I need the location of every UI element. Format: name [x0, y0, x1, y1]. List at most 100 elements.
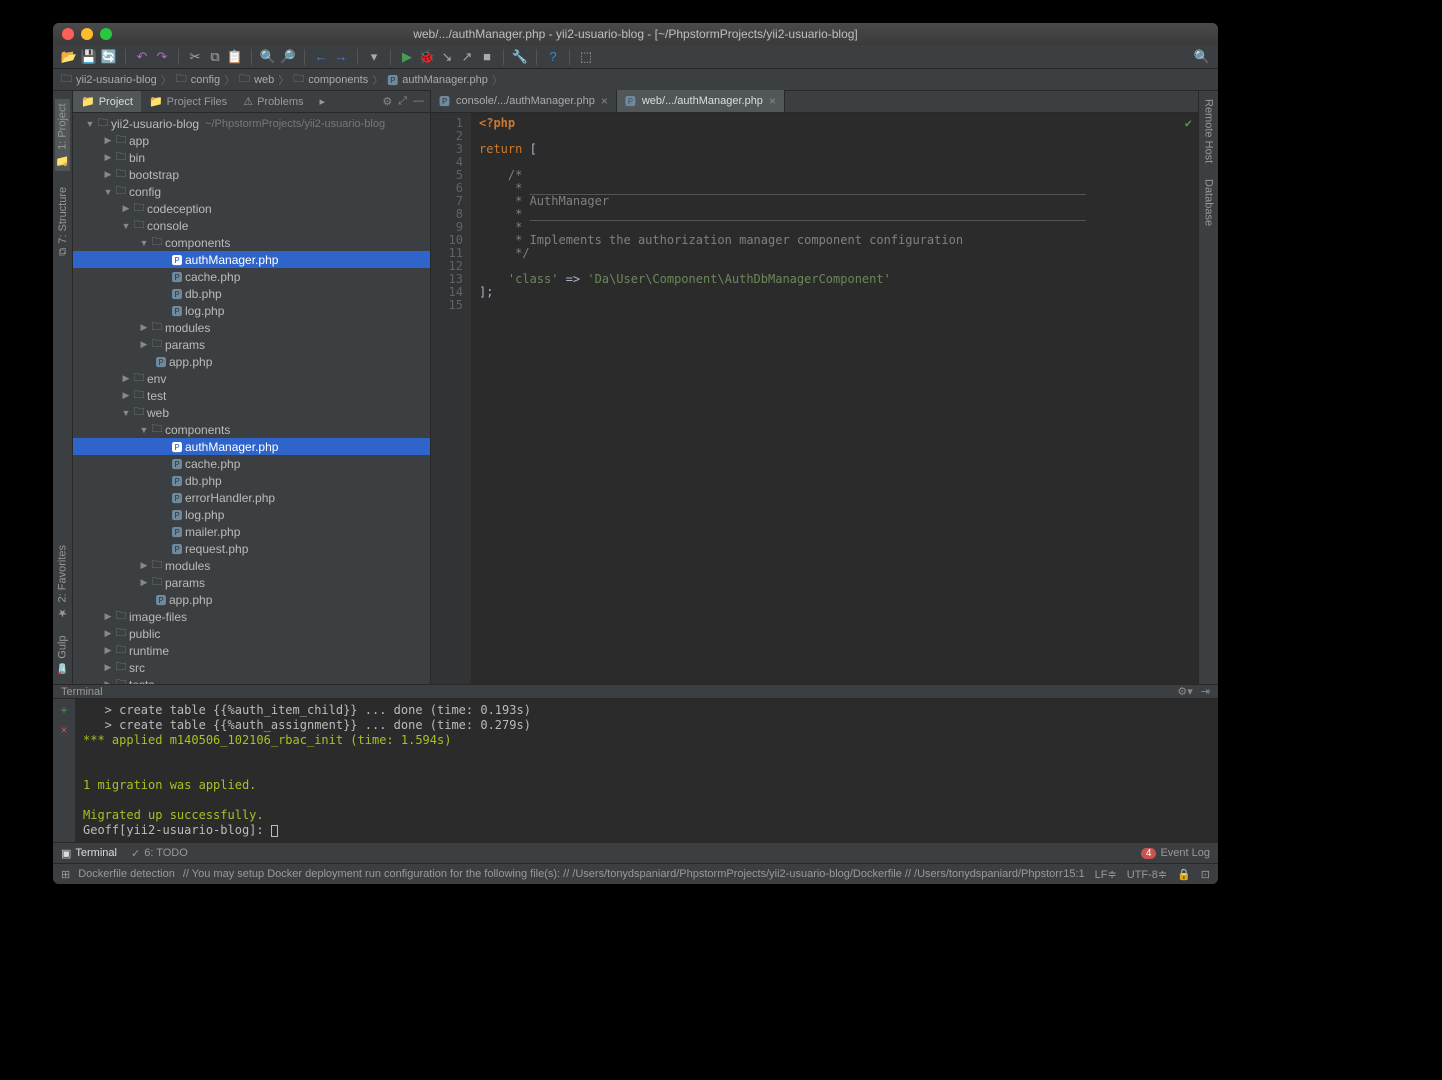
- status-line-ending[interactable]: LF≑: [1095, 868, 1117, 881]
- status-layout-icon[interactable]: ⊡: [1201, 868, 1210, 881]
- tree-dir[interactable]: ▶🗀runtime: [73, 642, 430, 659]
- back-icon[interactable]: ←: [313, 49, 329, 65]
- tree-file[interactable]: 🅿db.php: [73, 472, 430, 489]
- tree-file-authmanager[interactable]: 🅿authManager.php: [73, 251, 430, 268]
- tool-remote-host[interactable]: Remote Host: [1203, 99, 1215, 163]
- tree-dir[interactable]: ▶🗀src: [73, 659, 430, 676]
- tree-dir[interactable]: ▶🗀test: [73, 387, 430, 404]
- terminal-hide-icon[interactable]: ⇥: [1201, 685, 1210, 698]
- step-icon[interactable]: ↘: [439, 49, 455, 65]
- terminal-settings-icon[interactable]: ⚙▾: [1177, 685, 1192, 698]
- maximize-window-icon[interactable]: [100, 28, 112, 40]
- tree-dir[interactable]: ▶🗀params: [73, 574, 430, 591]
- tree-dir[interactable]: ▶🗀env: [73, 370, 430, 387]
- gear-icon[interactable]: ⚙: [382, 95, 392, 108]
- event-log[interactable]: 4Event Log: [1141, 847, 1210, 859]
- tree-dir[interactable]: ▶🗀modules: [73, 319, 430, 336]
- minimize-window-icon[interactable]: [81, 28, 93, 40]
- tree-dir[interactable]: ▶🗀modules: [73, 557, 430, 574]
- step2-icon[interactable]: ↗: [459, 49, 475, 65]
- bottom-tab-terminal[interactable]: ▣ Terminal: [61, 847, 117, 860]
- breadcrumb-item[interactable]: 🗀 components: [293, 70, 368, 89]
- tree-dir[interactable]: ▼🗀console: [73, 217, 430, 234]
- tree-file[interactable]: 🅿errorHandler.php: [73, 489, 430, 506]
- tree-file-authmanager-web[interactable]: 🅿authManager.php: [73, 438, 430, 455]
- save-icon[interactable]: 💾: [81, 49, 97, 65]
- sidebar-tab-problems[interactable]: ⚠ Problems: [235, 91, 311, 112]
- tool-favorites[interactable]: ★ 2: Favorites: [56, 545, 69, 619]
- tree-dir[interactable]: ▼🗀components: [73, 234, 430, 251]
- misc-icon[interactable]: ⬚: [578, 49, 594, 65]
- open-icon[interactable]: 📂: [61, 49, 77, 65]
- terminal-cursor: [271, 825, 278, 837]
- tree-dir[interactable]: ▶🗀bin: [73, 149, 430, 166]
- editor-tab-active[interactable]: 🅿web/.../authManager.php×: [617, 90, 785, 112]
- tree-dir[interactable]: ▶🗀app: [73, 132, 430, 149]
- breadcrumb-item[interactable]: 🗀 web: [239, 70, 274, 89]
- tree-dir[interactable]: ▶🗀params: [73, 336, 430, 353]
- ide-window: web/.../authManager.php - yii2-usuario-b…: [53, 23, 1218, 884]
- close-tab-icon[interactable]: ×: [769, 94, 776, 108]
- status-encoding[interactable]: UTF-8≑: [1127, 868, 1167, 881]
- bottom-tool-tabs: ▣ Terminal ✓ 6: TODO 4Event Log: [53, 842, 1218, 863]
- tree-dir[interactable]: ▶🗀public: [73, 625, 430, 642]
- editor-tab[interactable]: 🅿console/.../authManager.php×: [431, 90, 617, 112]
- collapse-icon[interactable]: ⤢: [398, 95, 407, 108]
- cut-icon[interactable]: ✂: [187, 49, 203, 65]
- bottom-tab-todo[interactable]: ✓ 6: TODO: [131, 847, 188, 860]
- search-everywhere-icon[interactable]: 🔍: [1194, 49, 1210, 65]
- tree-file[interactable]: 🅿request.php: [73, 540, 430, 557]
- tool-project[interactable]: 📁 1: Project: [55, 99, 70, 171]
- tree-file[interactable]: 🅿db.php: [73, 285, 430, 302]
- sidebar-tab-project[interactable]: 📁 Project: [73, 91, 141, 112]
- tree-dir[interactable]: ▶🗀codeception: [73, 200, 430, 217]
- tool-gulp[interactable]: 🥤 Gulp: [56, 635, 69, 676]
- tool-structure[interactable]: ⧉ 7: Structure: [57, 187, 69, 256]
- tree-dir[interactable]: ▶🗀image-files: [73, 608, 430, 625]
- terminal-add-icon[interactable]: +: [60, 703, 67, 717]
- stop-icon[interactable]: ■: [479, 49, 495, 65]
- redo-icon[interactable]: ↷: [154, 49, 170, 65]
- tree-dir[interactable]: ▼🗀config: [73, 183, 430, 200]
- help-icon[interactable]: ?: [545, 49, 561, 65]
- tree-dir[interactable]: ▶🗀bootstrap: [73, 166, 430, 183]
- sync-icon[interactable]: 🔄: [101, 49, 117, 65]
- breadcrumb-item[interactable]: 🗀 yii2-usuario-blog: [61, 70, 157, 89]
- settings-icon[interactable]: 🔧: [512, 49, 528, 65]
- status-position[interactable]: 15:1: [1063, 868, 1084, 880]
- forward-icon[interactable]: →: [333, 49, 349, 65]
- undo-icon[interactable]: ↶: [134, 49, 150, 65]
- tree-file[interactable]: 🅿app.php: [73, 591, 430, 608]
- terminal-output[interactable]: > create table {{%auth_item_child}} ... …: [75, 699, 1218, 842]
- close-tab-icon[interactable]: ×: [601, 94, 608, 108]
- status-lock-icon[interactable]: 🔒: [1177, 868, 1191, 881]
- terminal-close-icon[interactable]: ×: [60, 723, 67, 737]
- hide-icon[interactable]: —: [413, 95, 424, 108]
- copy-icon[interactable]: ⧉: [207, 49, 223, 65]
- tree-file[interactable]: 🅿mailer.php: [73, 523, 430, 540]
- tree-file[interactable]: 🅿cache.php: [73, 268, 430, 285]
- replace-icon[interactable]: 🔎: [280, 49, 296, 65]
- project-tree[interactable]: ▼🗀yii2-usuario-blog~/PhpstormProjects/yi…: [73, 113, 430, 684]
- run-icon[interactable]: ▶: [399, 49, 415, 65]
- tree-dir[interactable]: ▼🗀web: [73, 404, 430, 421]
- find-icon[interactable]: 🔍: [260, 49, 276, 65]
- paste-icon[interactable]: 📋: [227, 49, 243, 65]
- tree-dir[interactable]: ▼🗀components: [73, 421, 430, 438]
- tree-file[interactable]: 🅿app.php: [73, 353, 430, 370]
- tree-dir[interactable]: ▶🗀tests: [73, 676, 430, 684]
- tree-file[interactable]: 🅿cache.php: [73, 455, 430, 472]
- code-area[interactable]: 123456789101112131415 ✔ <?php return [ /…: [431, 113, 1198, 684]
- debug-icon[interactable]: 🐞: [419, 49, 435, 65]
- tree-file[interactable]: 🅿log.php: [73, 302, 430, 319]
- breadcrumb-item[interactable]: 🗀 config: [176, 70, 220, 89]
- tool-database[interactable]: Database: [1203, 179, 1215, 226]
- tree-root[interactable]: ▼🗀yii2-usuario-blog~/PhpstormProjects/yi…: [73, 115, 430, 132]
- breadcrumb-item[interactable]: 🅿 authManager.php: [387, 72, 488, 88]
- tree-file[interactable]: 🅿log.php: [73, 506, 430, 523]
- sidebar-tab-project-files[interactable]: 📁 Project Files: [141, 91, 235, 112]
- sidebar-tab-more[interactable]: ▸: [312, 91, 334, 112]
- run-config-icon[interactable]: ▾: [366, 49, 382, 65]
- status-icon[interactable]: ⊞: [61, 868, 70, 881]
- close-window-icon[interactable]: [62, 28, 74, 40]
